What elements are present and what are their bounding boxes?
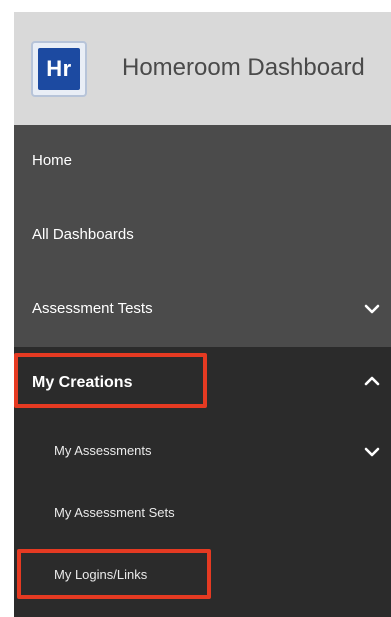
app-title[interactable]: Homeroom Dashboard	[122, 54, 365, 82]
chevron-up-icon[interactable]	[363, 375, 381, 387]
nav-item-label: All Dashboards	[32, 226, 134, 243]
highlight-box	[14, 353, 207, 408]
sidebar-header: Hr Homeroom Dashboard	[14, 12, 391, 125]
main-nav: Home All Dashboards Assessment Tests	[14, 125, 391, 347]
highlight-box	[17, 549, 211, 599]
app-logo[interactable]: Hr	[31, 41, 87, 97]
nav-item-my-creations[interactable]: My Creations	[14, 347, 391, 421]
nav-item-all-dashboards[interactable]: All Dashboards	[14, 199, 391, 273]
chevron-down-icon[interactable]	[363, 446, 381, 458]
subnav-item-my-logins-links[interactable]: My Logins/Links	[14, 545, 391, 607]
subnav-item-my-assessment-sets[interactable]: My Assessment Sets	[14, 483, 391, 545]
nav-item-home[interactable]: Home	[14, 125, 391, 199]
chevron-down-icon[interactable]	[363, 303, 381, 315]
subnav-item-label: My Assessments	[54, 443, 152, 458]
sidebar: Hr Homeroom Dashboard Home All Dashboard…	[14, 12, 391, 617]
subnav-item-my-assessments[interactable]: My Assessments	[14, 421, 391, 483]
nav-item-label: Home	[32, 152, 73, 169]
subnav-item-label: My Assessment Sets	[54, 505, 175, 520]
app-logo-text: Hr	[38, 48, 80, 90]
nav-item-label: Assessment Tests	[32, 300, 153, 317]
nav-item-assessment-tests[interactable]: Assessment Tests	[14, 273, 391, 347]
my-creations-section: My Creations My Assessments My Assessmen…	[14, 347, 391, 607]
